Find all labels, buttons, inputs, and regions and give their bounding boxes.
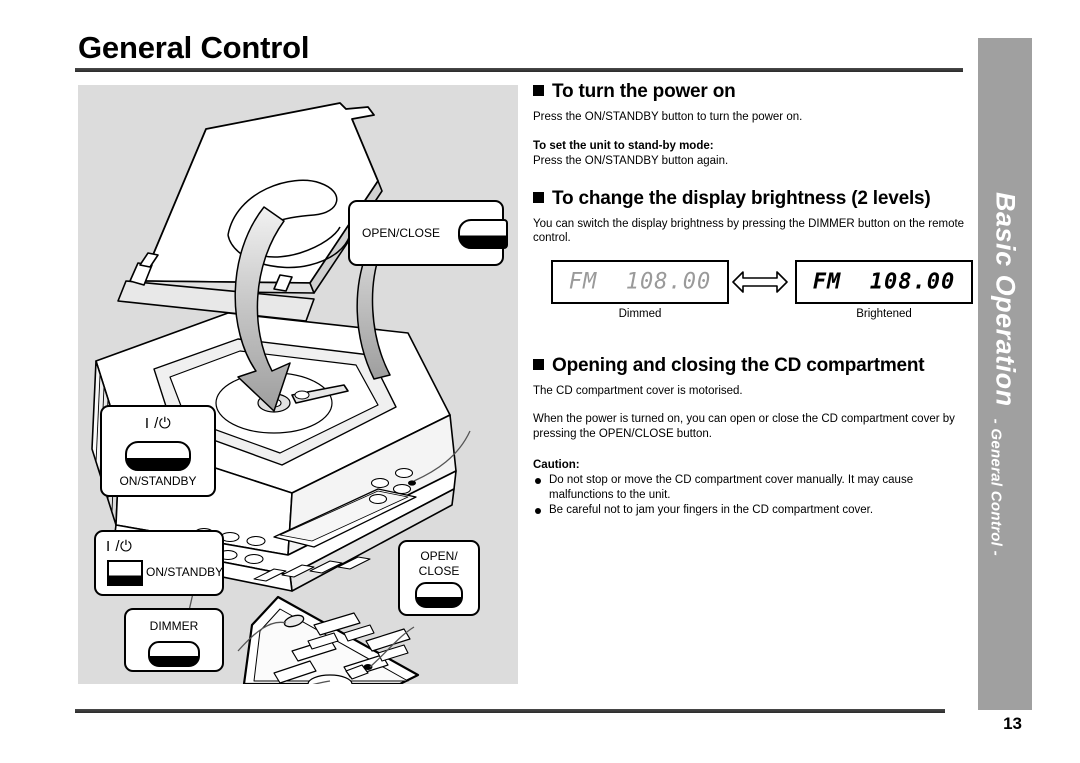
display-brightened: FM 108.00 (795, 259, 973, 304)
display-brightened-text: FM 108.00 (812, 269, 956, 294)
section-body-standby: Press the ON/STANDBY button again. (533, 155, 729, 167)
page-title: General Control (78, 30, 310, 65)
section-heading-cd-compartment-label: Opening and closing the CD compartment (552, 354, 925, 376)
illustration-panel: OPEN/CLOSE I /⏻ ON/STANDBY I /⏻ ON/STAND… (78, 85, 518, 684)
section-body-cd-motorised: The CD compartment cover is motorised. (533, 384, 743, 397)
section-index-tab: Basic Operation - General Control - (978, 38, 1032, 710)
page-number: 13 (1003, 714, 1022, 733)
square-bullet-icon (533, 85, 544, 96)
square-bullet-icon (533, 191, 544, 203)
dimmer-button-icon (148, 641, 200, 667)
power-symbol-icon: I /⏻ (144, 415, 172, 432)
caution-list: Do not stop or move the CD compartment c… (533, 473, 973, 518)
section-body-power-on: Press the ON/STANDBY button to turn the … (533, 111, 803, 123)
power-symbol-icon: I /⏻ (106, 538, 133, 555)
section-heading-power-on-label: To turn the power on (552, 81, 736, 102)
double-arrow-icon (732, 270, 788, 293)
display-dimmed-caption: Dimmed (618, 307, 662, 320)
display-brightness-figure: FM 108.00 Dimmed FM 108.00 Brightened (533, 259, 973, 338)
remote-open-close-button-icon (415, 582, 463, 608)
on-standby-button-icon (125, 441, 191, 471)
subheading-standby: To set the unit to stand-by mode: (533, 139, 714, 152)
section-heading-brightness-label: To change the display brightness (2 leve… (552, 187, 931, 209)
callout-unit-on-standby-label: ON/STANDBY (119, 474, 197, 488)
section-heading-power-on: To turn the power on (533, 80, 973, 104)
callout-remote-open-close-line2: CLOSE (418, 564, 460, 578)
content-column: To turn the power on Press the ON/STANDB… (533, 80, 973, 519)
section-heading-cd-compartment: Opening and closing the CD compartment (533, 354, 973, 378)
callout-unit-open-close-label: OPEN/CLOSE (362, 226, 441, 240)
caution-title: Caution: (533, 459, 580, 471)
remote-on-standby-button-icon (107, 560, 143, 586)
section-body-brightness: You can switch the display brightness by… (533, 217, 965, 245)
callout-remote-open-close-line1: OPEN/ (420, 549, 458, 563)
section-index-tab-sub: - General Control - (987, 418, 1005, 556)
caution-item: Be careful not to jam your fingers in th… (533, 503, 973, 518)
display-dimmed: FM 108.00 (551, 259, 729, 304)
callout-remote-dimmer-label: DIMMER (149, 619, 199, 633)
section-body-cd-open-close: When the power is turned on, you can ope… (533, 413, 955, 440)
manual-page: General Control OPEN/CLOSE I /⏻ ON/STAND… (0, 0, 1080, 763)
callout-remote-on-standby-label: ON/STANDBY (146, 565, 224, 579)
square-bullet-icon (533, 358, 544, 370)
callout-remote-open-close: OPEN/ CLOSE (398, 540, 480, 616)
display-dimmed-text: FM 108.00 (568, 269, 712, 294)
open-close-button-icon (458, 219, 508, 249)
callout-remote-dimmer: DIMMER (124, 608, 224, 672)
callout-unit-open-close: OPEN/CLOSE (348, 200, 508, 266)
section-index-tab-text: Basic Operation - General Control - (987, 44, 1021, 704)
section-heading-brightness: To change the display brightness (2 leve… (533, 187, 973, 211)
caution-item: Do not stop or move the CD compartment c… (533, 473, 973, 502)
header-divider (75, 68, 963, 72)
footer-divider (75, 709, 945, 713)
section-index-tab-main: Basic Operation (990, 192, 1021, 407)
callout-remote-on-standby: I /⏻ ON/STANDBY (94, 530, 224, 596)
display-brightened-caption: Brightened (856, 307, 912, 320)
callout-unit-on-standby: I /⏻ ON/STANDBY (100, 405, 216, 497)
